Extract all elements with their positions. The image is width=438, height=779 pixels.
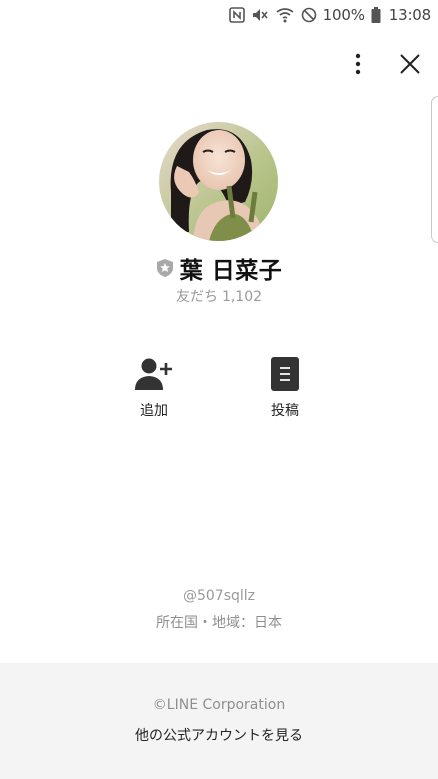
nfc-icon xyxy=(228,7,245,23)
block-icon xyxy=(301,7,317,23)
status-bar: 100% 13:08 xyxy=(0,0,438,30)
post-label: 投稿 xyxy=(271,403,299,419)
more-official-accounts-link[interactable]: 他の公式アカウントを見る xyxy=(0,725,438,745)
profile-name-row: 葉 日菜子 xyxy=(0,252,438,284)
footer: ©LINE Corporation 他の公式アカウントを見る xyxy=(0,663,438,779)
friends-label: 友だち xyxy=(175,289,218,305)
header-actions xyxy=(344,48,424,80)
avatar xyxy=(159,122,278,241)
more-vertical-icon[interactable] xyxy=(344,48,372,80)
add-friend-label: 追加 xyxy=(140,403,168,419)
post-button[interactable]: 投稿 xyxy=(245,357,325,420)
profile-actions: 追加 投稿 xyxy=(0,357,438,428)
copyright: ©LINE Corporation xyxy=(152,697,286,713)
friends-count: 1,102 xyxy=(221,289,263,305)
account-id: @507sqllz xyxy=(182,588,256,604)
add-friend-button[interactable]: 追加 xyxy=(114,358,194,420)
wifi-icon xyxy=(275,7,295,23)
battery-percent: 100% xyxy=(322,6,365,24)
post-icon xyxy=(271,357,299,395)
shield-star-icon xyxy=(156,258,174,278)
region-info: 所在国・地域：日本 xyxy=(156,615,282,631)
status-icons: 100% 13:08 xyxy=(228,5,431,25)
clock: 13:08 xyxy=(388,6,431,24)
battery-icon xyxy=(371,7,381,23)
friends-count-row: 友だち 1,102 xyxy=(0,286,438,306)
edge-panel-handle[interactable] xyxy=(431,96,438,243)
mute-icon xyxy=(251,7,269,23)
profile-name: 葉 日菜子 xyxy=(179,258,283,284)
close-icon[interactable] xyxy=(396,48,424,80)
add-friend-icon xyxy=(135,357,173,395)
